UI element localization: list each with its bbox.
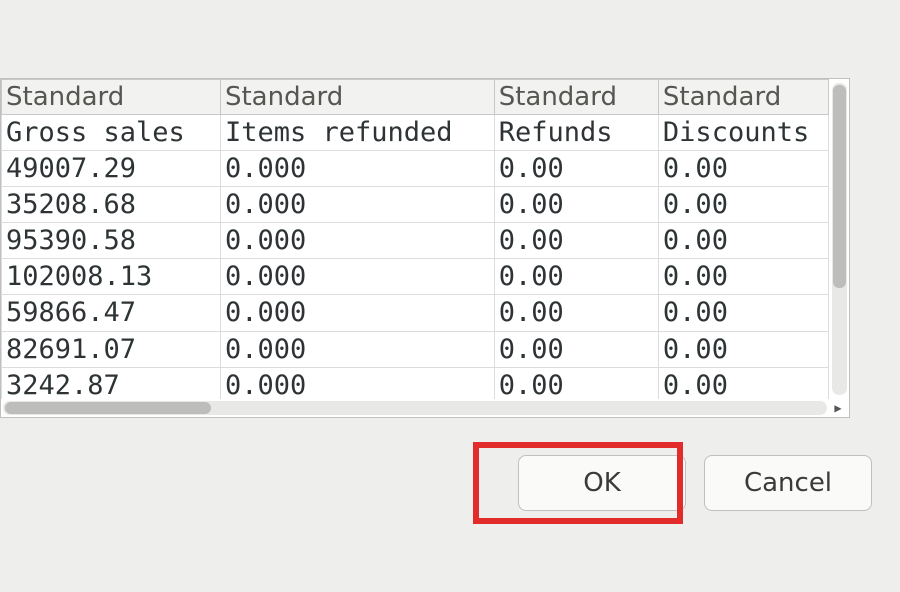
horizontal-scrollbar-thumb[interactable] (5, 402, 211, 414)
cell-discounts: 0.00 (658, 187, 828, 223)
cell-gross-sales: 82691.07 (2, 331, 221, 367)
column-type-1[interactable]: Standard (220, 80, 494, 115)
cell-items-refunded: 0.000 (220, 187, 494, 223)
table-row: 59866.47 0.000 0.00 0.00 (2, 295, 829, 331)
cell-discounts: 0.00 (658, 223, 828, 259)
data-preview-table: Standard Standard Standard Standard Gros… (1, 79, 829, 399)
cell-gross-sales: 102008.13 (2, 259, 221, 295)
cell-refunds: 0.00 (494, 151, 658, 187)
cell-discounts: 0.00 (658, 367, 828, 399)
table-row: 95390.58 0.000 0.00 0.00 (2, 223, 829, 259)
cell-items-refunded: 0.000 (220, 151, 494, 187)
cell-gross-sales: 59866.47 (2, 295, 221, 331)
column-type-3[interactable]: Standard (658, 80, 828, 115)
dialog-button-row: OK Cancel (0, 455, 880, 511)
cell-items-refunded: 0.000 (220, 223, 494, 259)
table-scroll-area: Standard Standard Standard Standard Gros… (1, 79, 829, 399)
table-row: 102008.13 0.000 0.00 0.00 (2, 259, 829, 295)
cell-gross-sales: 35208.68 (2, 187, 221, 223)
data-preview-table-container: Standard Standard Standard Standard Gros… (0, 78, 850, 418)
column-type-row: Standard Standard Standard Standard (2, 80, 829, 115)
cell-discounts: 0.00 (658, 331, 828, 367)
ok-button[interactable]: OK (518, 455, 686, 511)
vertical-scrollbar[interactable] (832, 83, 847, 395)
column-type-2[interactable]: Standard (494, 80, 658, 115)
cell-refunds: 0.00 (494, 259, 658, 295)
cell-refunds: 0.00 (494, 331, 658, 367)
vertical-scrollbar-thumb[interactable] (833, 85, 846, 288)
cell-items-refunded: 0.000 (220, 367, 494, 399)
cell-discounts: 0.00 (658, 259, 828, 295)
column-label-0: Gross sales (2, 115, 221, 151)
cell-items-refunded: 0.000 (220, 331, 494, 367)
cell-refunds: 0.00 (494, 187, 658, 223)
horizontal-scrollbar[interactable] (3, 401, 827, 415)
cell-refunds: 0.00 (494, 295, 658, 331)
column-label-2: Refunds (494, 115, 658, 151)
cell-gross-sales: 95390.58 (2, 223, 221, 259)
cell-items-refunded: 0.000 (220, 295, 494, 331)
cell-items-refunded: 0.000 (220, 259, 494, 295)
column-label-3: Discounts (658, 115, 828, 151)
table-row: 35208.68 0.000 0.00 0.00 (2, 187, 829, 223)
table-row: 3242.87 0.000 0.00 0.00 (2, 367, 829, 399)
cancel-button[interactable]: Cancel (704, 455, 872, 511)
column-type-0[interactable]: Standard (2, 80, 221, 115)
cell-discounts: 0.00 (658, 295, 828, 331)
table-row: 82691.07 0.000 0.00 0.00 (2, 331, 829, 367)
scroll-right-arrow-icon[interactable]: ▶ (831, 401, 845, 415)
cell-refunds: 0.00 (494, 367, 658, 399)
cell-refunds: 0.00 (494, 223, 658, 259)
cell-gross-sales: 49007.29 (2, 151, 221, 187)
cell-gross-sales: 3242.87 (2, 367, 221, 399)
table-row: 49007.29 0.000 0.00 0.00 (2, 151, 829, 187)
column-label-row: Gross sales Items refunded Refunds Disco… (2, 115, 829, 151)
column-label-1: Items refunded (220, 115, 494, 151)
cell-discounts: 0.00 (658, 151, 828, 187)
